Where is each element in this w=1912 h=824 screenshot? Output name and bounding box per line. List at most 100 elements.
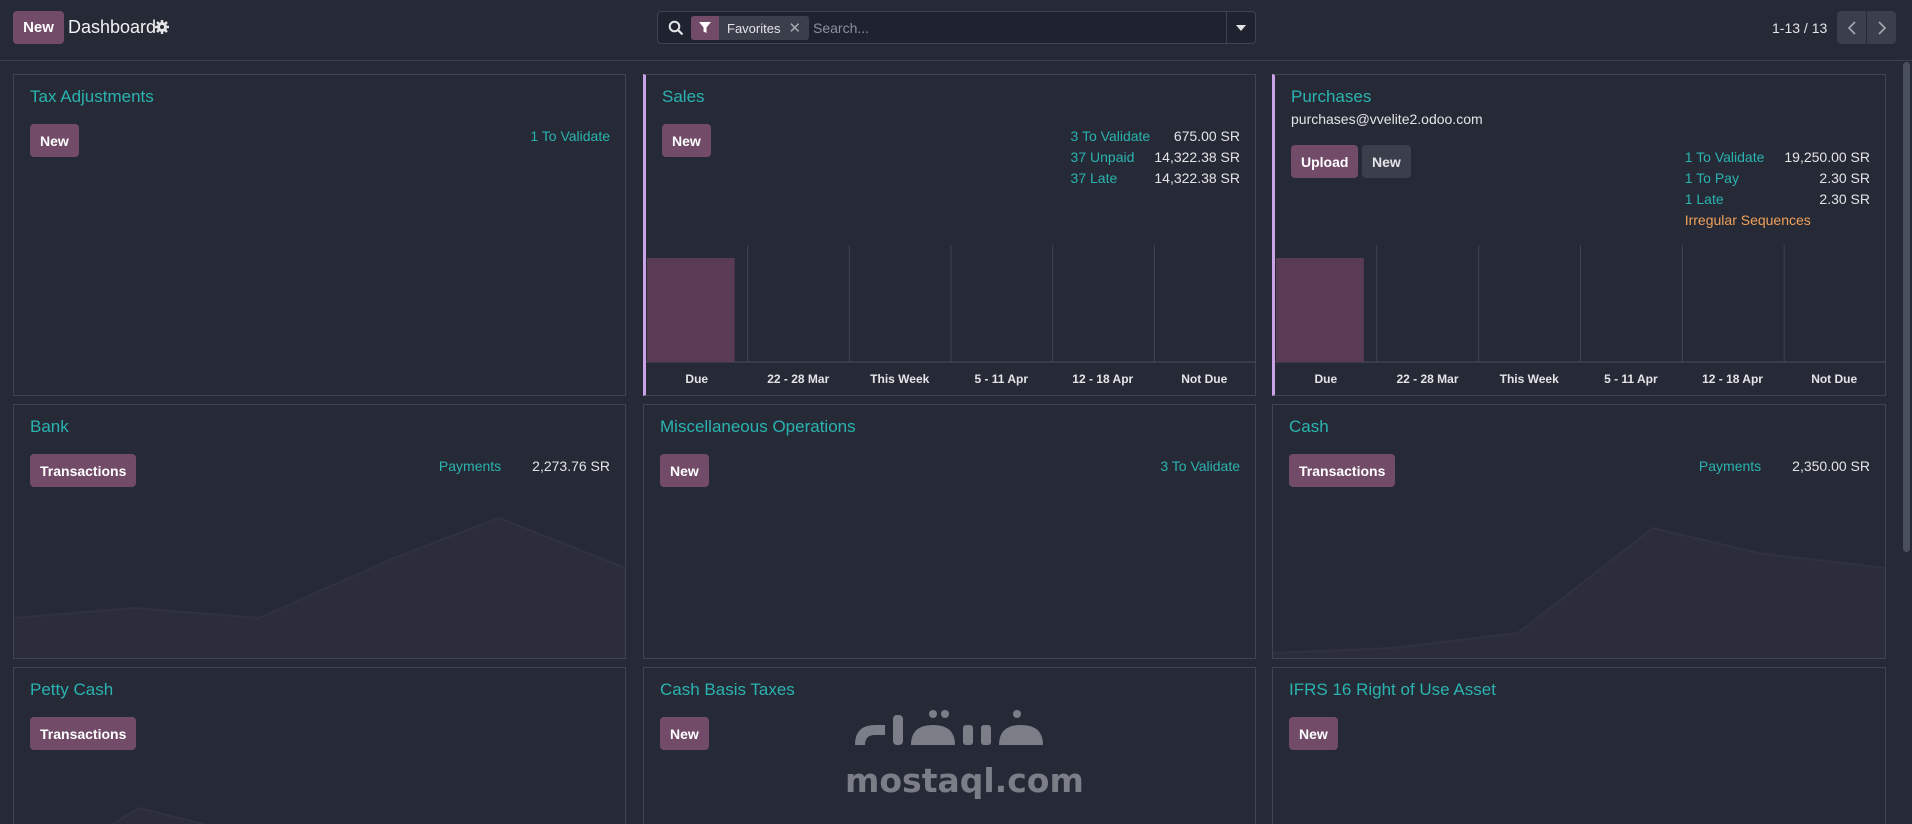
journal-title[interactable]: Bank — [30, 417, 69, 437]
filter-icon — [691, 16, 719, 40]
search-input[interactable] — [813, 20, 1213, 36]
irregular-sequences-link[interactable]: Irregular Sequences — [1685, 210, 1870, 231]
control-panel: New Dashboard Favorites ✕ 1-13 / 13 — [0, 0, 1912, 61]
transactions-button[interactable]: Transactions — [30, 454, 137, 487]
stat-row: 1 To Pay 2.30 SR — [1685, 168, 1870, 189]
journal-title[interactable]: Miscellaneous Operations — [660, 417, 856, 437]
x-axis-labels: Due 22 - 28 Mar This Week 5 - 11 Apr 12 - 18… — [1275, 372, 1885, 386]
journal-card-ifrs-16: IFRS 16 Right of Use Asset New — [1272, 667, 1886, 824]
aged-chart[interactable]: Due 22 - 28 Mar This Week 5 - 11 Apr 12 - 18… — [1275, 245, 1886, 395]
pager-value[interactable]: 1-13 / 13 — [1772, 20, 1827, 36]
stat-row: Payments 2,273.76 SR — [439, 456, 610, 477]
journal-stats: 1 To Validate — [530, 126, 610, 147]
facet-label: Favorites — [727, 20, 781, 36]
transactions-button[interactable]: Transactions — [1289, 454, 1396, 487]
bar-0[interactable] — [1276, 258, 1364, 362]
stat-value: 2,350.00 SR — [1792, 458, 1870, 474]
new-button[interactable]: New — [30, 124, 79, 157]
x-tick-label: This Week — [870, 372, 930, 386]
stat-row: 37 Late 14,322.38 SR — [1071, 168, 1240, 189]
x-tick-label: Due — [1314, 372, 1338, 386]
x-tick-label: 5 - 11 Apr — [974, 372, 1029, 386]
stat-label-link[interactable]: 3 To Validate — [1071, 126, 1171, 147]
scrollbar[interactable] — [1900, 62, 1912, 824]
new-button[interactable]: New — [660, 454, 709, 487]
stat-row: 1 To Validate 19,250.00 SR — [1685, 147, 1870, 168]
search-icon[interactable] — [668, 20, 684, 36]
to-validate-link[interactable]: 3 To Validate — [1160, 456, 1240, 477]
x-axis-labels: Due 22 - 28 Mar This Week 5 - 11 Apr 12 - 18… — [646, 372, 1255, 386]
new-button[interactable]: New — [662, 124, 711, 157]
stat-value: 2.30 SR — [1819, 170, 1870, 186]
gear-icon[interactable] — [154, 19, 170, 35]
payments-link[interactable]: Payments — [1699, 456, 1792, 477]
new-button[interactable]: New — [1289, 717, 1338, 750]
aged-chart[interactable]: Due 22 - 28 Mar This Week 5 - 11 Apr 12 - 18… — [646, 245, 1256, 395]
bar-0[interactable] — [647, 258, 735, 362]
search-facet[interactable]: Favorites ✕ — [691, 16, 810, 40]
transactions-button[interactable]: Transactions — [30, 717, 137, 750]
journal-card-tax-adjustments: Tax Adjustments New 1 To Validate — [13, 74, 626, 396]
journal-card-petty-cash: Petty Cash Transactions — [13, 667, 626, 824]
page-title: Dashboard — [68, 17, 157, 37]
upload-button[interactable]: Upload — [1291, 145, 1359, 178]
stat-label-link[interactable]: 1 Late — [1685, 189, 1744, 210]
journal-stats: 1 To Validate 19,250.00 SR 1 To Pay 2.30 S… — [1685, 147, 1870, 231]
journal-stats: 3 To Validate 675.00 SR 37 Unpaid 14,322.3… — [1071, 126, 1240, 189]
scrollbar-thumb[interactable] — [1903, 62, 1910, 552]
stat-value: 14,322.38 SR — [1154, 170, 1240, 186]
stat-label-link[interactable]: 37 Unpaid — [1071, 147, 1155, 168]
journal-title[interactable]: Tax Adjustments — [30, 87, 154, 107]
bar-chart[interactable] — [646, 245, 1256, 365]
journal-stats: Payments 2,350.00 SR — [1699, 456, 1870, 477]
mostaql-watermark: mostaql.com — [845, 700, 1084, 810]
chevron-right-icon — [1877, 20, 1886, 35]
pager-next-button[interactable] — [1867, 11, 1896, 44]
journal-card-bank: Bank Transactions Payments 2,273.76 SR — [13, 404, 626, 659]
watermark-text: mostaql.com — [845, 761, 1084, 800]
stat-row: 1 Late 2.30 SR — [1685, 189, 1870, 210]
journal-title[interactable]: Petty Cash — [30, 680, 113, 700]
search-bar: Favorites ✕ — [657, 11, 1256, 44]
balance-line-chart[interactable] — [1273, 508, 1885, 658]
new-button[interactable]: New — [1362, 145, 1411, 178]
journal-stats: 3 To Validate — [1160, 456, 1240, 477]
balance-line-chart[interactable] — [14, 768, 625, 824]
search-options-toggle[interactable] — [1226, 12, 1255, 43]
stat-row: 3 To Validate 675.00 SR — [1071, 126, 1240, 147]
journal-stats: Payments 2,273.76 SR — [439, 456, 610, 477]
journal-card-miscellaneous-operations: Miscellaneous Operations New 3 To Valida… — [643, 404, 1256, 659]
stat-value: 19,250.00 SR — [1784, 149, 1870, 165]
balance-line-chart[interactable] — [14, 508, 625, 658]
journal-title[interactable]: Cash — [1289, 417, 1329, 437]
stat-value: 2.30 SR — [1819, 191, 1870, 207]
bar-chart[interactable] — [1275, 245, 1886, 365]
journal-title[interactable]: Cash Basis Taxes — [660, 680, 795, 700]
journal-title[interactable]: Sales — [662, 87, 705, 107]
x-tick-label: 22 - 28 Mar — [767, 372, 830, 386]
new-button[interactable]: New — [13, 11, 64, 44]
stat-row: Payments 2,350.00 SR — [1699, 456, 1870, 477]
stat-label-link[interactable]: 1 To Pay — [1685, 168, 1759, 189]
stat-label-link[interactable]: 1 To Validate — [1685, 147, 1785, 168]
close-icon[interactable]: ✕ — [788, 19, 809, 37]
to-validate-link[interactable]: 1 To Validate — [530, 126, 610, 147]
x-tick-label: 12 - 18 Apr — [1072, 372, 1134, 386]
stat-label-link[interactable]: 37 Late — [1071, 168, 1138, 189]
x-tick-label: 5 - 11 Apr — [1604, 372, 1658, 386]
x-tick-label: Not Due — [1181, 372, 1228, 386]
journal-email: purchases@vvelite2.odoo.com — [1291, 111, 1483, 127]
journal-card-sales: Sales New 3 To Validate 675.00 SR 37 Unpa… — [643, 74, 1256, 396]
payments-link[interactable]: Payments — [439, 456, 532, 477]
x-tick-label: 22 - 28 Mar — [1396, 372, 1459, 386]
journal-title[interactable]: IFRS 16 Right of Use Asset — [1289, 680, 1496, 700]
pager-previous-button[interactable] — [1837, 11, 1866, 44]
new-button[interactable]: New — [660, 717, 709, 750]
stat-value: 2,273.76 SR — [532, 458, 610, 474]
journal-card-purchases: Purchases purchases@vvelite2.odoo.com Up… — [1272, 74, 1886, 396]
stat-value: 14,322.38 SR — [1154, 149, 1240, 165]
x-tick-label: 12 - 18 Apr — [1702, 372, 1763, 386]
caret-down-icon — [1236, 24, 1246, 31]
journal-title[interactable]: Purchases — [1291, 87, 1371, 107]
stat-row: 37 Unpaid 14,322.38 SR — [1071, 147, 1240, 168]
